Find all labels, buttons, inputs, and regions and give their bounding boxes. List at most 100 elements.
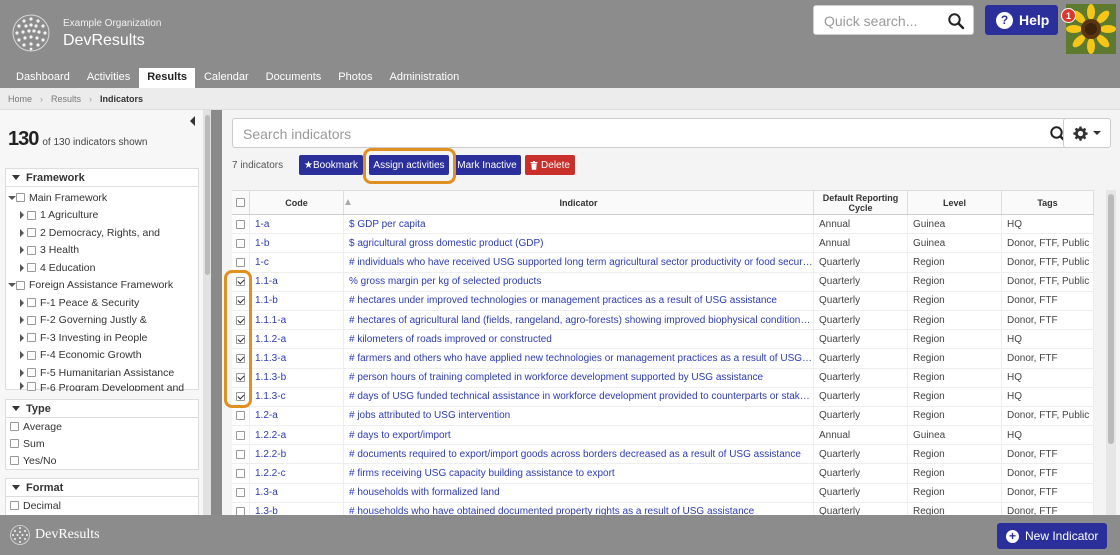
collapsed-icon[interactable] — [20, 228, 24, 237]
mark-inactive-button[interactable]: Mark Inactive — [453, 155, 521, 175]
tree-item-f6[interactable]: F-6 Program Development and — [6, 381, 198, 391]
row-checkbox[interactable] — [236, 449, 245, 459]
table-row[interactable]: 1-a $ GDP per capita Annual Guinea HQ — [232, 215, 1094, 235]
collapsed-icon[interactable] — [20, 298, 24, 307]
indicator-code-link[interactable]: 1-c — [250, 253, 344, 272]
checkbox[interactable] — [27, 228, 36, 238]
checkbox[interactable] — [27, 350, 36, 360]
type-option-sum[interactable]: Sum — [6, 435, 198, 452]
collapsed-icon[interactable] — [20, 246, 24, 255]
row-checkbox[interactable] — [236, 411, 245, 421]
checkbox[interactable] — [27, 298, 36, 308]
row-checkbox[interactable] — [236, 488, 245, 498]
table-row[interactable]: 1.2.2-c # firms receiving USG capacity bu… — [232, 464, 1094, 484]
checkbox[interactable] — [16, 193, 25, 203]
tree-item-f4[interactable]: F-4 Economic Growth — [6, 347, 198, 365]
sort-ascending-icon[interactable] — [345, 199, 351, 205]
indicator-name-link[interactable]: # individuals who have received USG supp… — [344, 253, 814, 272]
bookmark-button[interactable]: ★Bookmark — [299, 155, 363, 175]
checkbox[interactable] — [27, 263, 36, 273]
indicator-code-link[interactable]: 1.1.3-c — [250, 387, 344, 406]
table-row[interactable]: 1.2-a # jobs attributed to USG interventi… — [232, 406, 1094, 427]
tree-item-f2[interactable]: F-2 Governing Justly & — [6, 312, 198, 330]
checkbox[interactable] — [16, 280, 25, 290]
indicator-code-link[interactable]: 1.1-a — [250, 272, 344, 291]
type-option-yes-no[interactable]: Yes/No — [6, 452, 198, 469]
type-filter-header[interactable]: Type — [6, 400, 198, 418]
table-row[interactable]: 1-b $ agricultural gross domestic product… — [232, 234, 1094, 254]
table-row[interactable]: 1.1.1-a # hectares of agricultural land (… — [232, 310, 1094, 331]
table-row[interactable]: 1-c # individuals who have received USG s… — [232, 253, 1094, 273]
indicator-name-link[interactable]: # households who have obtained documente… — [344, 502, 814, 515]
row-checkbox[interactable] — [236, 430, 245, 440]
row-checkbox[interactable] — [236, 238, 245, 248]
format-filter-header[interactable]: Format — [6, 479, 198, 497]
indicator-code-link[interactable]: 1.2.2-c — [250, 464, 344, 483]
tree-item-education[interactable]: 4 Education — [6, 259, 198, 277]
tab-administration[interactable]: Administration — [382, 68, 468, 88]
tree-item-f1[interactable]: F-1 Peace & Security — [6, 294, 198, 312]
collapsed-icon[interactable] — [20, 333, 24, 342]
format-option-decimal[interactable]: Decimal — [6, 497, 198, 514]
indicator-code-link[interactable]: 1-b — [250, 234, 344, 253]
breadcrumb-results[interactable]: Results — [51, 94, 81, 104]
checkbox[interactable] — [27, 368, 36, 378]
table-row[interactable]: 1.1-b # hectares under improved technolog… — [232, 291, 1094, 311]
checkbox[interactable] — [10, 501, 19, 510]
indicator-name-link[interactable]: # documents required to export/import go… — [344, 445, 814, 464]
indicator-code-link[interactable]: 1.2.2-b — [250, 445, 344, 464]
sidebar-scrollbar-thumb[interactable] — [205, 115, 210, 275]
checkbox[interactable] — [27, 315, 36, 325]
indicator-name-link[interactable]: # kilometers of roads improved or constr… — [344, 330, 814, 349]
table-row[interactable]: 1.3-a # households with formalized land Qu… — [232, 483, 1094, 503]
row-checkbox[interactable] — [236, 257, 245, 267]
tab-photos[interactable]: Photos — [330, 68, 380, 88]
indicator-code-link[interactable]: 1.1-b — [250, 291, 344, 310]
column-header-reporting-cycle[interactable]: Default Reporting Cycle — [814, 191, 908, 214]
table-row[interactable]: 1.3-b # households who have obtained docu… — [232, 502, 1094, 515]
tree-item-f5[interactable]: F-5 Humanitarian Assistance — [6, 364, 198, 382]
checkbox[interactable] — [27, 245, 36, 255]
indicator-code-link[interactable]: 1.2.2-a — [250, 426, 344, 445]
indicator-name-link[interactable]: $ GDP per capita — [344, 215, 814, 234]
tab-documents[interactable]: Documents — [258, 68, 330, 88]
delete-button[interactable]: Delete — [525, 155, 575, 175]
indicator-name-link[interactable]: # households with formalized land — [344, 483, 814, 502]
checkbox[interactable] — [27, 381, 36, 391]
tab-activities[interactable]: Activities — [79, 68, 138, 88]
tab-calendar[interactable]: Calendar — [196, 68, 257, 88]
quick-search-input[interactable]: Quick search... — [813, 5, 974, 35]
indicator-code-link[interactable]: 1.1.3-a — [250, 349, 344, 368]
indicator-code-link[interactable]: 1.3-b — [250, 502, 344, 515]
indicator-name-link[interactable]: $ agricultural gross domestic product (G… — [344, 234, 814, 253]
table-row[interactable]: 1.1-a % gross margin per kg of selected p… — [232, 272, 1094, 292]
checkbox[interactable] — [10, 422, 19, 431]
checkbox[interactable] — [27, 210, 36, 220]
indicator-code-link[interactable]: 1.1.2-a — [250, 330, 344, 349]
column-header-code[interactable]: Code — [250, 191, 344, 214]
row-checkbox[interactable] — [236, 507, 245, 515]
table-row[interactable]: 1.1.3-a # farmers and others who have app… — [232, 349, 1094, 369]
indicator-name-link[interactable]: % gross margin per kg of selected produc… — [344, 272, 814, 291]
indicator-name-link[interactable]: # farmers and others who have applied ne… — [344, 349, 814, 368]
collapsed-icon[interactable] — [20, 316, 24, 325]
select-all-checkbox[interactable] — [236, 198, 245, 207]
search-indicators-input[interactable]: Search indicators — [232, 118, 1077, 148]
indicator-code-link[interactable]: 1-a — [250, 215, 344, 234]
devresults-logo-icon[interactable] — [12, 14, 50, 52]
table-row[interactable]: 1.2.2-b # documents required to export/im… — [232, 445, 1094, 465]
expanded-icon[interactable] — [8, 195, 16, 200]
expanded-icon[interactable] — [8, 283, 16, 288]
table-row[interactable]: 1.1.3-c # days of USG funded technical as… — [232, 387, 1094, 407]
table-row[interactable]: 1.1.3-b # person hours of training comple… — [232, 368, 1094, 388]
indicator-code-link[interactable]: 1.1.3-b — [250, 368, 344, 387]
table-row[interactable]: 1.2.2-a # days to export/import Annual Guin… — [232, 426, 1094, 446]
collapsed-icon[interactable] — [20, 381, 24, 390]
search-icon[interactable] — [947, 12, 965, 30]
row-checkbox[interactable] — [236, 219, 245, 229]
type-option-average[interactable]: Average — [6, 418, 198, 435]
collapsed-icon[interactable] — [20, 263, 24, 272]
indicator-name-link[interactable]: # days to export/import — [344, 426, 814, 445]
indicator-code-link[interactable]: 1.1.1-a — [250, 310, 344, 330]
column-header-tags[interactable]: Tags — [1002, 191, 1094, 214]
